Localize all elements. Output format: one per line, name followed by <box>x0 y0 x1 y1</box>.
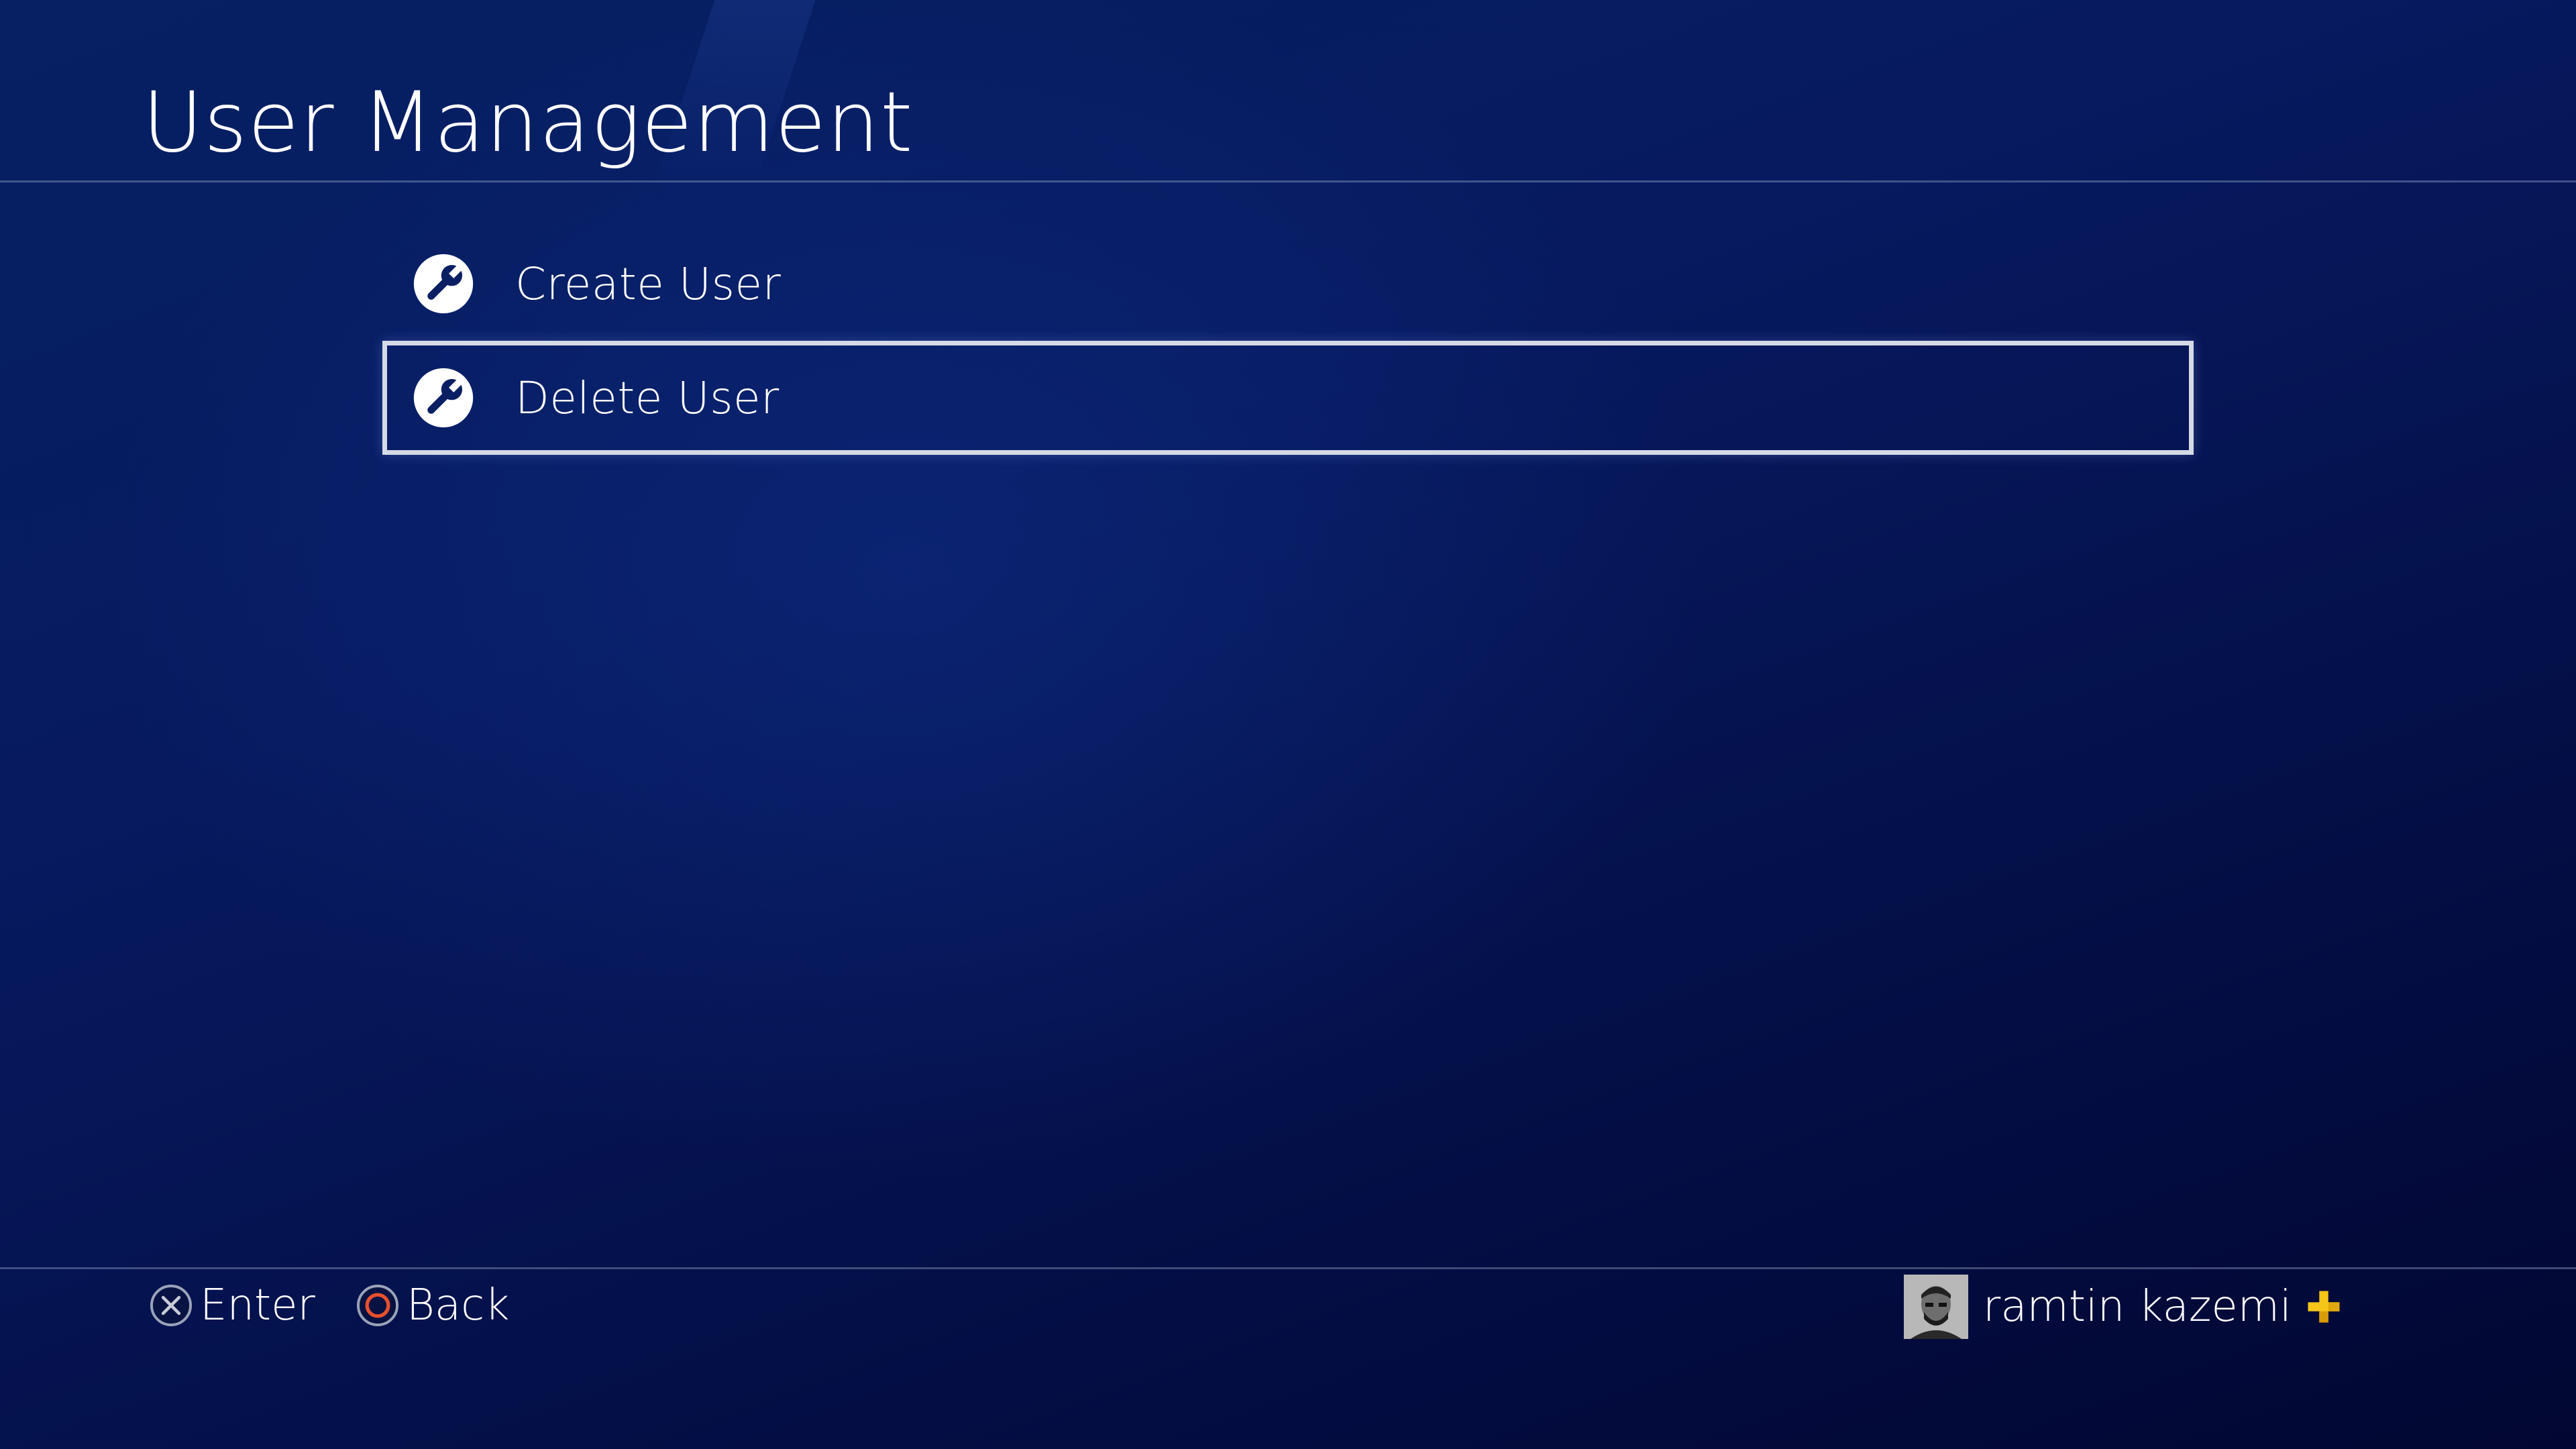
avatar <box>1904 1275 1968 1339</box>
wrench-icon <box>413 254 474 314</box>
user-name: ramtin kazemi <box>1983 1282 2292 1332</box>
avatar-image <box>1904 1275 1968 1339</box>
wrench-icon <box>413 368 474 428</box>
enter-hint[interactable]: Enter <box>149 1279 315 1332</box>
page-title: User Management <box>142 74 914 171</box>
footer-divider <box>0 1267 2576 1269</box>
enter-label: Enter <box>200 1281 315 1330</box>
back-label: Back <box>407 1281 510 1330</box>
settings-menu: Create User Delete User <box>382 227 2194 455</box>
user-profile[interactable]: ramtin kazemi <box>1904 1273 2343 1340</box>
menu-item-label: Create User <box>515 258 782 310</box>
header: User Management <box>0 0 2576 181</box>
menu-item-create-user[interactable]: Create User <box>382 227 2194 341</box>
menu-item-delete-user[interactable]: Delete User <box>382 341 2194 455</box>
cross-button-icon <box>150 1284 193 1327</box>
circle-button-icon <box>356 1284 399 1327</box>
back-hint[interactable]: Back <box>356 1279 509 1332</box>
playstation-plus-icon <box>2308 1291 2340 1323</box>
menu-item-label: Delete User <box>515 372 780 424</box>
header-divider <box>0 180 2576 182</box>
